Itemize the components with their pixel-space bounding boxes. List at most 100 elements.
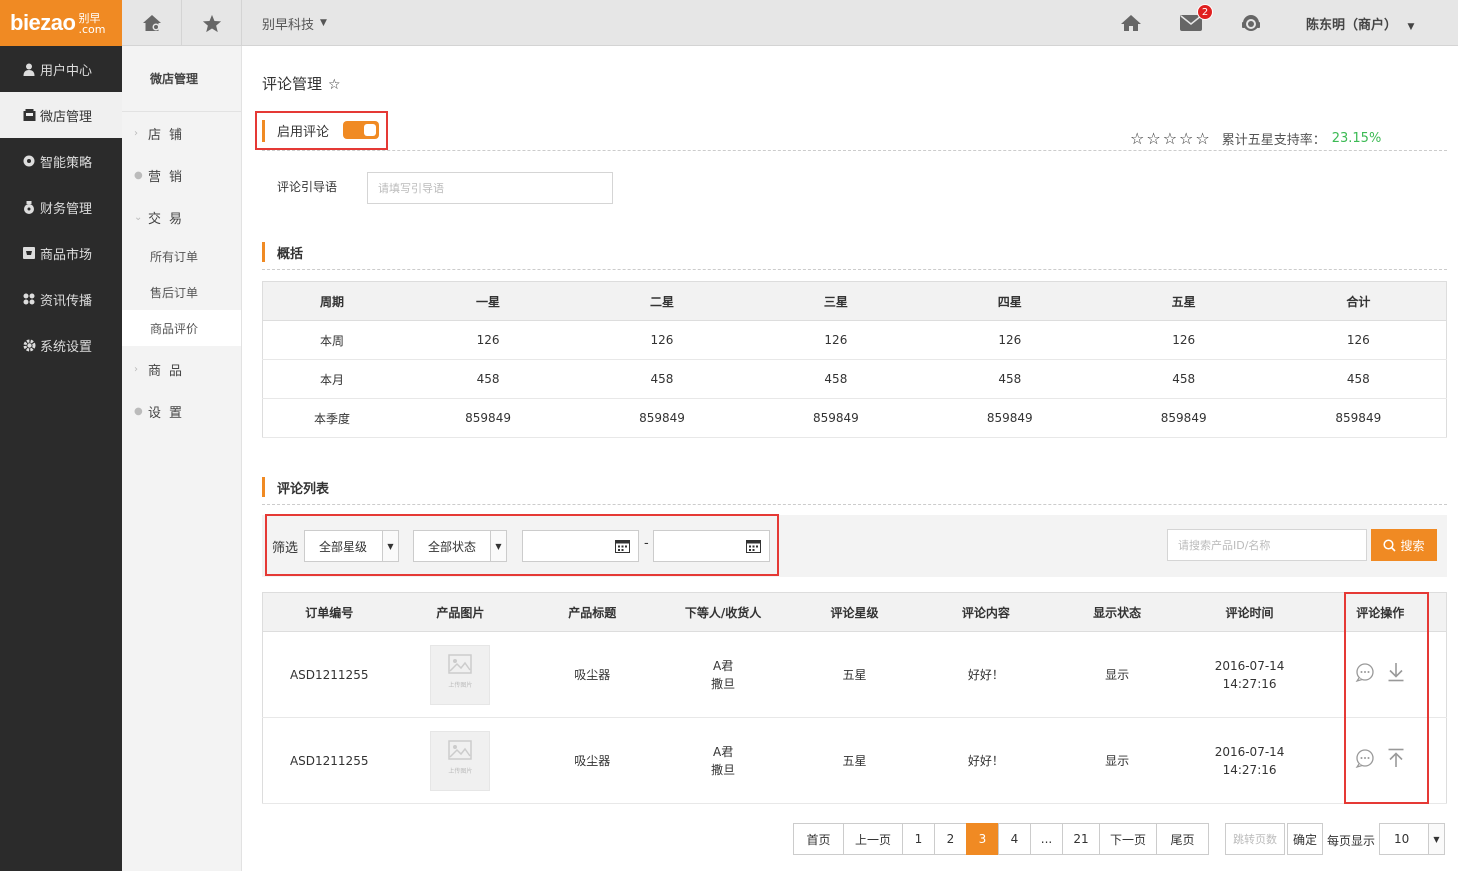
divider xyxy=(262,269,1447,270)
list-heading: 评论列表 xyxy=(262,477,329,497)
comment-list-table: 订单编号 产品图片 产品标题 下等人/收货人 评论星级 评论内容 显示状态 评论… xyxy=(262,592,1447,804)
support-button[interactable] xyxy=(1237,10,1265,36)
product-image[interactable]: 上传图片 xyxy=(430,730,491,791)
sidebar-item-settings[interactable]: 系统设置 xyxy=(0,322,122,368)
page-21[interactable]: 21 xyxy=(1062,823,1100,855)
subnav-group-goods[interactable]: › 商品 xyxy=(122,348,241,390)
market-icon xyxy=(22,246,36,260)
mail-button[interactable]: 2 xyxy=(1177,4,1213,36)
star-icon xyxy=(202,14,221,32)
page-2[interactable]: 2 xyxy=(934,823,967,855)
image-placeholder-icon xyxy=(448,740,473,760)
search-input[interactable] xyxy=(1167,529,1367,561)
page-title: 评论管理 ☆ xyxy=(262,75,341,93)
headset-icon xyxy=(1242,15,1260,31)
home-gear-icon xyxy=(142,15,161,31)
dot-icon: ● xyxy=(134,405,143,417)
logo-text: biezao xyxy=(10,10,76,35)
logo[interactable]: biezao 别早 .com xyxy=(0,0,122,46)
enable-comments-toggle[interactable] xyxy=(343,121,379,139)
subnav-title: 微店管理 xyxy=(122,46,241,112)
toggle-knob xyxy=(364,124,376,136)
guide-label: 评论引导语 xyxy=(277,180,338,194)
comment-time: 2016-07-14 14:27:16 xyxy=(1184,631,1315,718)
page-last[interactable]: 尾页 xyxy=(1156,823,1209,855)
sidebar-item-news[interactable]: 资讯传播 xyxy=(0,276,122,322)
highlight-box-filter xyxy=(265,514,779,576)
page-4[interactable]: 4 xyxy=(998,823,1031,855)
sidebar-item-user-center[interactable]: 用户中心 xyxy=(0,46,122,92)
display-status: 显示 xyxy=(1049,717,1185,804)
image-placeholder-icon xyxy=(448,654,473,674)
sidebar-item-market[interactable]: 商品市场 xyxy=(0,230,122,276)
buyer-receiver: A君 撒旦 xyxy=(659,631,788,718)
table-row: ASD1211255 上传图片 吸尘器 A君 撒旦 五星 好好！ 显示 2016-… xyxy=(262,631,1447,718)
comment-time: 2016-07-14 14:27:16 xyxy=(1184,717,1315,804)
company-dropdown[interactable]: 别早科技 ▼ xyxy=(242,0,362,46)
subnav-group-store[interactable]: › 店铺 xyxy=(122,112,241,154)
per-page-select[interactable]: 10 ▼ xyxy=(1379,823,1445,855)
page-1[interactable]: 1 xyxy=(902,823,935,855)
chevron-right-icon: › xyxy=(134,363,138,375)
strategy-icon xyxy=(22,154,36,168)
subnav-item-all-orders[interactable]: 所有订单 xyxy=(122,238,241,274)
top-bar: biezao 别早 .com 别早科技 ▼ 2 陈东明（商户） ▼ xyxy=(0,0,1458,46)
subnav-item-after-sale[interactable]: 售后订单 xyxy=(122,274,241,310)
comment-content: 好好！ xyxy=(921,631,1050,718)
summary-heading: 概括 xyxy=(262,242,303,262)
search-button[interactable]: 搜索 xyxy=(1371,529,1437,561)
subnav-group-marketing[interactable]: ● 营销 xyxy=(122,154,241,196)
comment-content: 好好！ xyxy=(921,717,1050,804)
user-menu[interactable]: 陈东明（商户） ▼ xyxy=(1306,14,1414,33)
chevron-down-icon: ⌄ xyxy=(134,211,143,223)
home-button[interactable] xyxy=(1117,10,1145,36)
search-icon xyxy=(1383,538,1397,552)
favorites-button[interactable] xyxy=(182,0,242,46)
main-sidebar: 用户中心 微店管理 智能策略 财务管理 商品市场 资讯传播 系统设置 xyxy=(0,46,122,871)
per-page-label: 每页显示 xyxy=(1327,834,1376,848)
guide-input[interactable] xyxy=(367,172,613,204)
subnav-group-trade[interactable]: ⌄ 交易 xyxy=(122,196,241,238)
chevron-right-icon: › xyxy=(134,127,138,139)
subnav-group-settings[interactable]: ● 设置 xyxy=(122,390,241,432)
user-name: 陈东明（商户） xyxy=(1306,18,1398,33)
jump-page-input[interactable]: 跳转页数 xyxy=(1225,823,1285,855)
five-star-rate: ☆☆☆☆☆ 累计五星支持率： 23.15% xyxy=(1130,129,1381,148)
home-icon xyxy=(1121,15,1141,31)
rating-value: 23.15% xyxy=(1331,131,1382,146)
pagination: 首页 上一页 1 2 3 4 ... 21 下一页 尾页 xyxy=(793,823,1209,855)
company-name: 别早科技 xyxy=(262,17,315,33)
page-3[interactable]: 3 xyxy=(966,823,999,855)
divider xyxy=(262,150,1447,151)
caret-down-icon: ▼ xyxy=(1428,824,1444,854)
money-bag-icon xyxy=(22,200,36,214)
sub-sidebar: 微店管理 › 店铺 ● 营销 ⌄ 交易 所有订单 售后订单 商品评价 › 商品 … xyxy=(122,46,242,871)
page-next[interactable]: 下一页 xyxy=(1099,823,1157,855)
sidebar-item-strategy[interactable]: 智能策略 xyxy=(0,138,122,184)
page-ellipsis: ... xyxy=(1030,823,1063,855)
buyer-receiver: A君 撒旦 xyxy=(659,717,788,804)
divider xyxy=(262,504,1447,505)
comment-stars: 五星 xyxy=(787,717,922,804)
highlight-box-operations xyxy=(1344,592,1429,804)
jump-confirm-button[interactable]: 确定 xyxy=(1287,823,1323,855)
page-prev[interactable]: 上一页 xyxy=(843,823,903,855)
rating-stars-icon: ☆☆☆☆☆ xyxy=(1130,129,1212,148)
home-settings-button[interactable] xyxy=(122,0,182,46)
main-content: 评论管理☆ 启用评论 ☆☆☆☆☆ 累计五星支持率： 23.15% 评论引导语 概… xyxy=(242,46,1458,871)
caret-down-icon: ▼ xyxy=(320,18,327,28)
caret-down-icon: ▼ xyxy=(1407,22,1415,32)
sidebar-item-shop[interactable]: 微店管理 xyxy=(0,92,122,138)
table-row: 本周 126 126 126 126 126 126 xyxy=(262,320,1447,360)
subnav-item-reviews[interactable]: 商品评价 xyxy=(122,310,241,346)
rating-label: 累计五星支持率： xyxy=(1221,133,1326,148)
sidebar-item-finance[interactable]: 财务管理 xyxy=(0,184,122,230)
enable-comments-label: 启用评论 xyxy=(277,125,330,140)
favorite-star-icon[interactable]: ☆ xyxy=(328,77,341,93)
page-first[interactable]: 首页 xyxy=(793,823,844,855)
product-image[interactable]: 上传图片 xyxy=(430,644,491,705)
dot-icon: ● xyxy=(134,169,143,181)
order-number: ASD1211255 xyxy=(262,717,396,804)
table-header-row: 订单编号 产品图片 产品标题 下等人/收货人 评论星级 评论内容 显示状态 评论… xyxy=(262,592,1447,632)
display-status: 显示 xyxy=(1049,631,1185,718)
